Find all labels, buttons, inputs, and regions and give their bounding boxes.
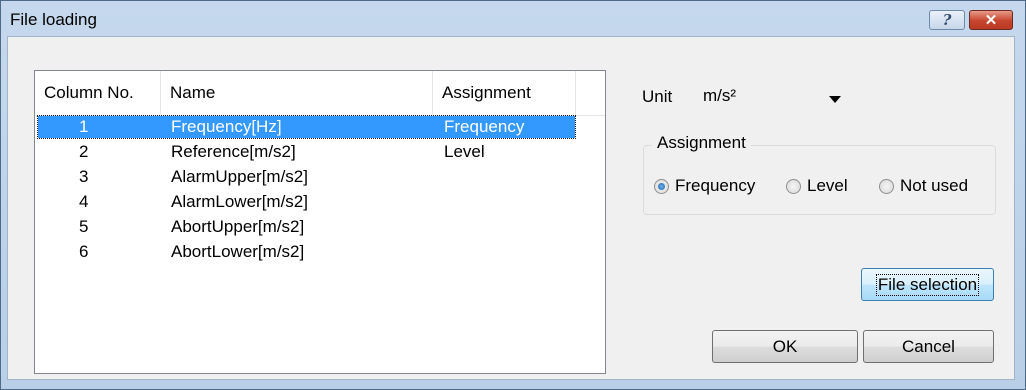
table-row[interactable]: 2 Reference[m/s2] Level bbox=[35, 140, 605, 165]
cell-assignment: Frequency bbox=[444, 117, 525, 136]
cell-column-no: 4 bbox=[79, 192, 89, 211]
unit-label: Unit bbox=[642, 87, 673, 106]
table-row[interactable]: 5 AbortUpper[m/s2] bbox=[35, 215, 605, 240]
file-selection-button[interactable]: File selection bbox=[861, 268, 994, 301]
table-row[interactable]: 1 Frequency[Hz] Frequency bbox=[35, 115, 605, 140]
radio-button-icon[interactable] bbox=[654, 178, 669, 194]
header-name[interactable]: Name bbox=[161, 71, 433, 115]
table-row[interactable]: 6 AbortLower[m/s2] bbox=[35, 240, 605, 265]
unit-combobox[interactable]: m/s² bbox=[694, 82, 854, 114]
column-list[interactable]: Column No. Name Assignment 1 Frequency[Hz… bbox=[34, 70, 606, 374]
cell-column-no: 3 bbox=[79, 167, 89, 186]
header-assignment[interactable]: Assignment bbox=[433, 71, 576, 115]
cell-name: AlarmUpper[m/s2] bbox=[171, 167, 308, 186]
file-selection-label: File selection bbox=[875, 273, 980, 296]
close-button[interactable]: ✕ bbox=[969, 10, 1013, 30]
radio-level-label: Level bbox=[807, 176, 848, 195]
radio-button-icon[interactable] bbox=[786, 178, 801, 194]
window-title: File loading bbox=[10, 10, 97, 29]
radio-frequency[interactable]: Frequency bbox=[654, 176, 755, 196]
cell-column-no: 1 bbox=[79, 117, 89, 136]
unit-value: m/s² bbox=[703, 86, 737, 105]
cancel-button[interactable]: Cancel bbox=[863, 330, 994, 363]
table-row[interactable]: 3 AlarmUpper[m/s2] bbox=[35, 165, 605, 190]
ok-button[interactable]: OK bbox=[712, 330, 858, 363]
dropdown-arrow-icon[interactable] bbox=[829, 96, 841, 103]
header-column-no[interactable]: Column No. bbox=[35, 71, 161, 115]
radio-not-used-label: Not used bbox=[900, 176, 969, 195]
title-bar[interactable]: File loading ? ✕ bbox=[1, 1, 1025, 37]
cell-column-no: 5 bbox=[79, 217, 89, 236]
cell-name: AbortUpper[m/s2] bbox=[171, 217, 305, 236]
assignment-group-label: Assignment bbox=[652, 133, 751, 153]
radio-level[interactable]: Level bbox=[786, 176, 848, 196]
cell-column-no: 6 bbox=[79, 242, 89, 261]
cell-name: Reference[m/s2] bbox=[171, 142, 296, 161]
header-filler bbox=[576, 71, 605, 115]
cell-name: AlarmLower[m/s2] bbox=[171, 192, 308, 211]
cell-name: Frequency[Hz] bbox=[171, 117, 282, 136]
cell-assignment: Level bbox=[444, 142, 485, 161]
cell-name: AbortLower[m/s2] bbox=[171, 242, 305, 261]
radio-not-used[interactable]: Not used bbox=[879, 176, 968, 196]
help-button[interactable]: ? bbox=[929, 10, 965, 30]
list-header: Column No. Name Assignment bbox=[35, 71, 605, 116]
cell-column-no: 2 bbox=[79, 142, 89, 161]
radio-frequency-label: Frequency bbox=[675, 176, 756, 195]
radio-button-icon[interactable] bbox=[879, 178, 894, 194]
table-row[interactable]: 4 AlarmLower[m/s2] bbox=[35, 190, 605, 215]
